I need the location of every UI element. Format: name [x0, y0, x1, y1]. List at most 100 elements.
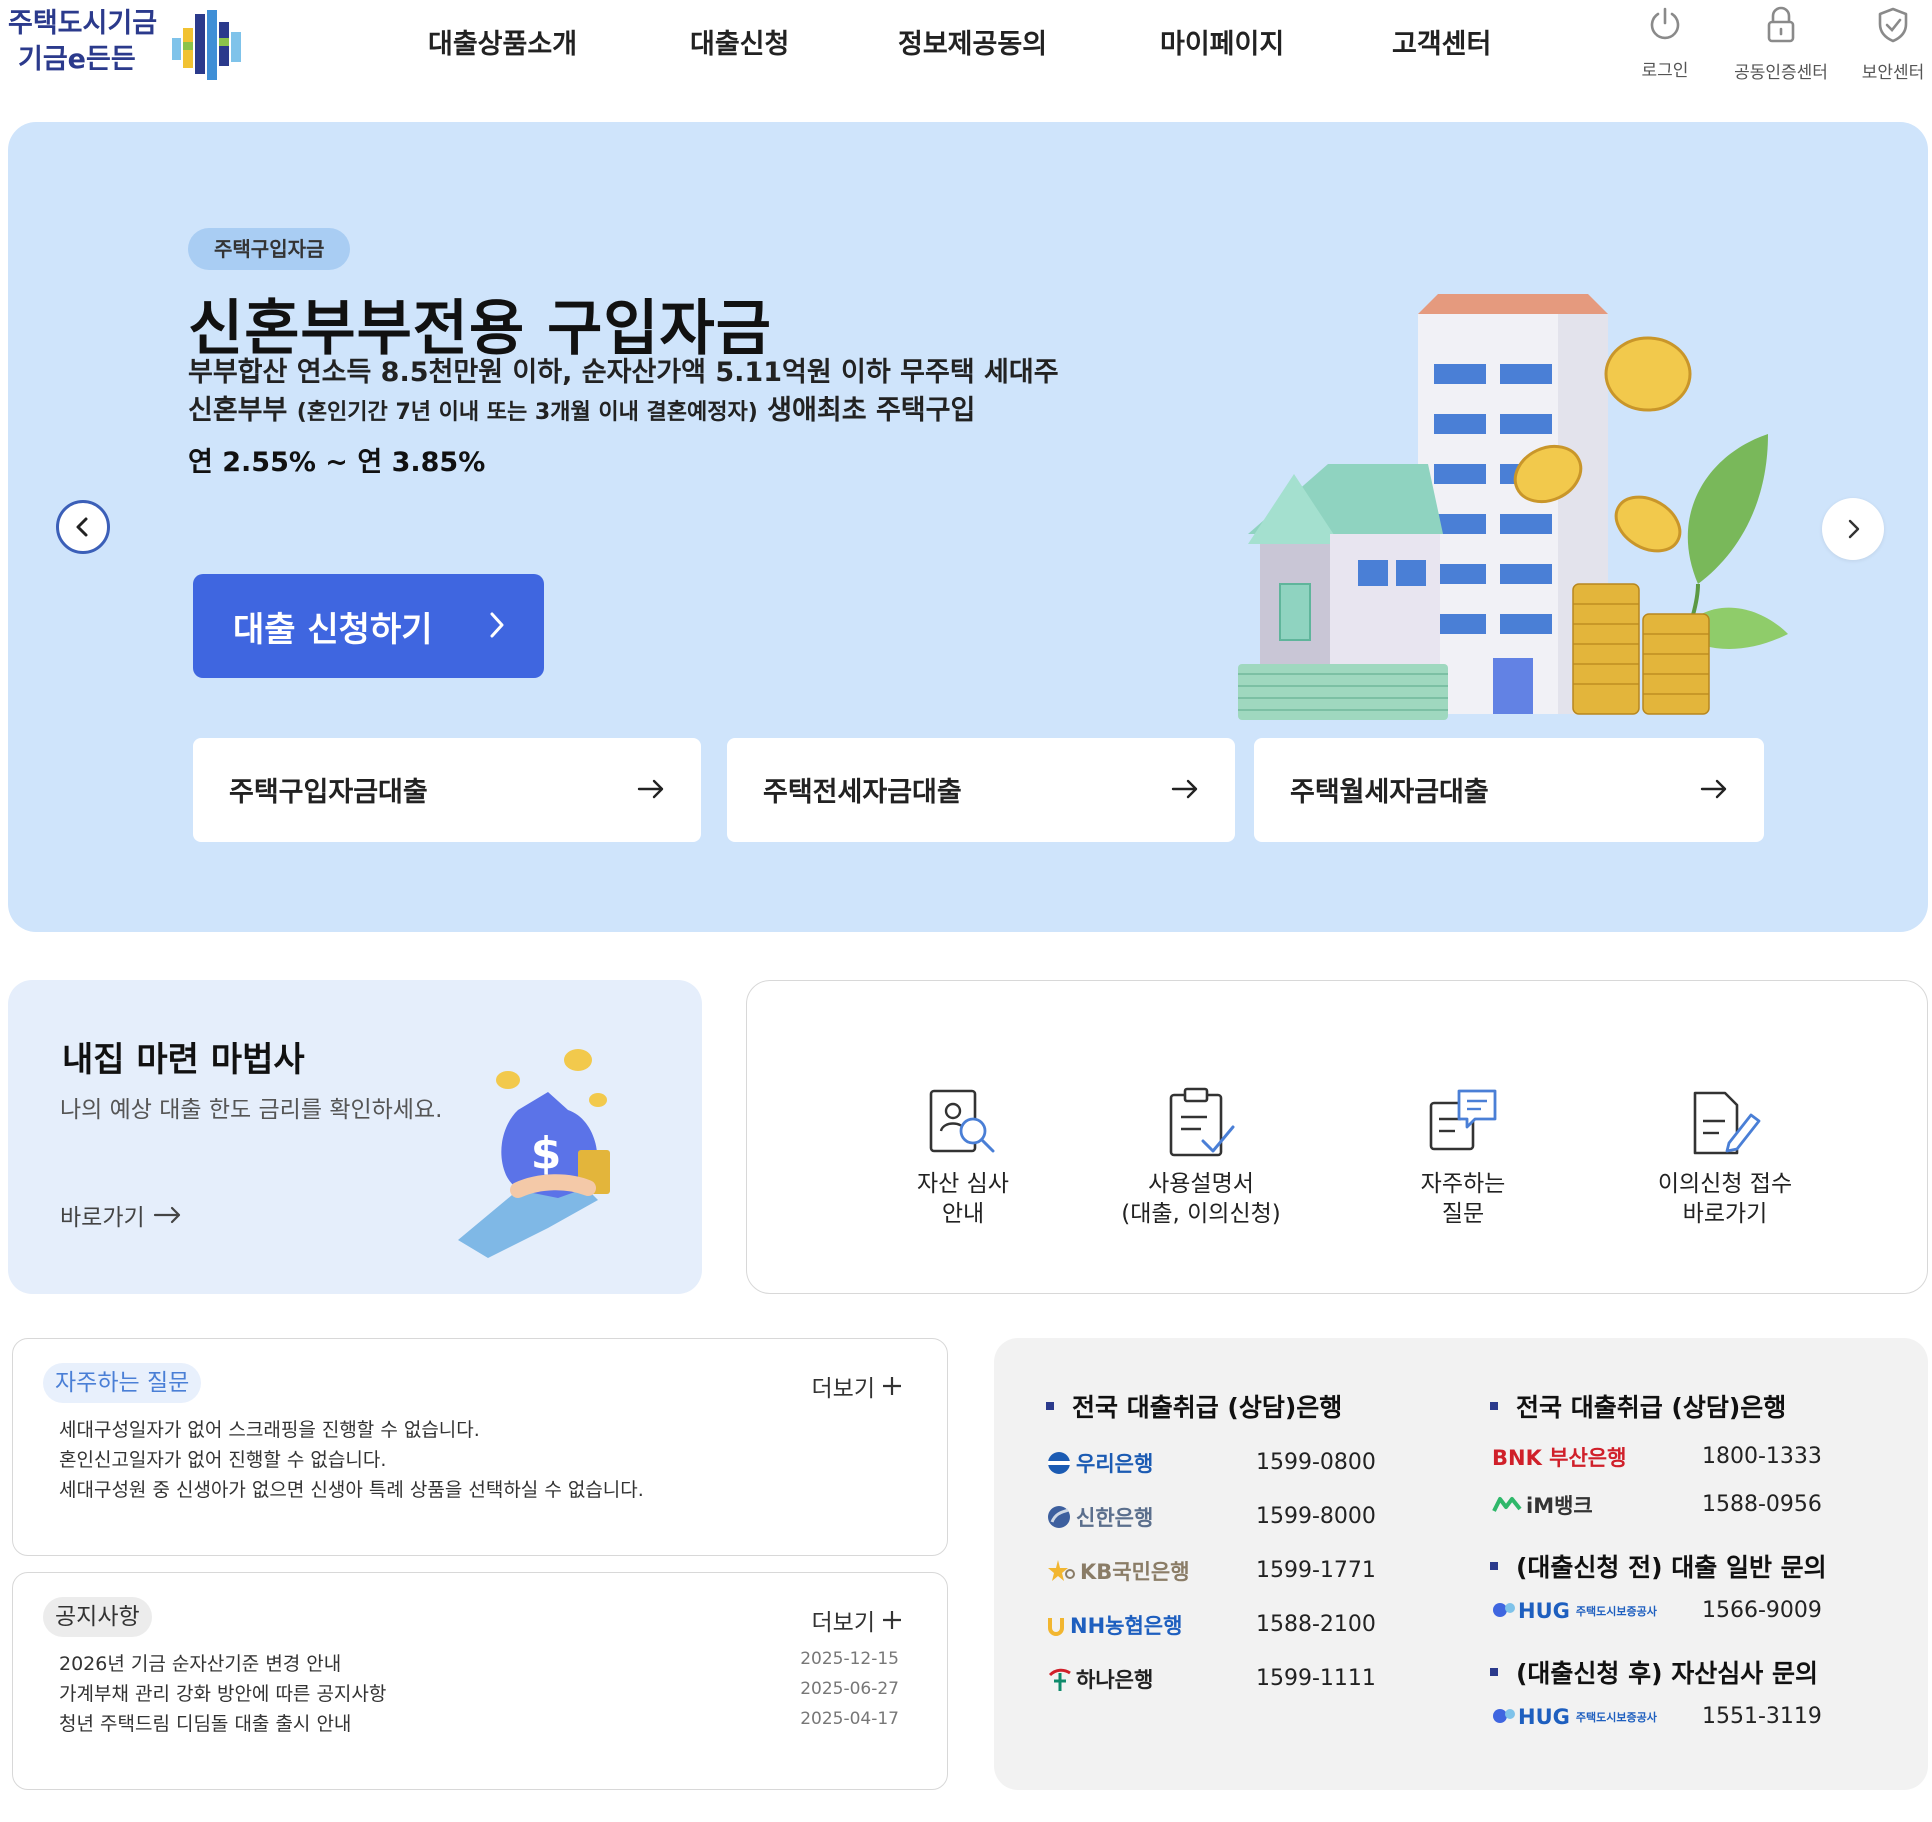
house-coins-illustration — [1238, 294, 1788, 720]
banks-left-title: 전국 대출취급 (상담)은행 — [1046, 1388, 1342, 1424]
logo-line2: 기금e든든 — [18, 44, 136, 75]
site-header: 주택도시기금 기금e든든 대출상품소개 대출신청 정보제공동의 마이페이지 고객… — [0, 0, 1932, 110]
quick-label-line1: 자산 심사 — [917, 1171, 1009, 1197]
objection-request-button[interactable]: 이의신청 접수 바로가기 — [1625, 1085, 1825, 1229]
chevron-right-icon — [1848, 519, 1860, 539]
hero-next-button[interactable] — [1822, 498, 1884, 560]
faq-item[interactable]: 혼인신고일자가 없어 진행할 수 없습니다. — [59, 1445, 899, 1475]
hug-swirl-icon — [1493, 1709, 1515, 1723]
nav-mypage[interactable]: 마이페이지 — [1160, 22, 1284, 61]
woori-icon — [1048, 1452, 1070, 1474]
notice-title: 2026년 기금 순자산기준 변경 안내 — [59, 1653, 342, 1675]
site-logo[interactable]: 주택도시기금 기금e든든 — [8, 6, 258, 82]
arrow-right-icon — [637, 779, 664, 799]
bank-name: 우리은행 — [1076, 1452, 1154, 1476]
faq-button[interactable]: 자주하는 질문 — [1363, 1085, 1563, 1229]
hug-name: HUG — [1518, 1705, 1570, 1729]
hero-desc-line2-c: 생애최초 주택구입 — [757, 395, 976, 426]
nav-info-consent[interactable]: 정보제공동의 — [898, 22, 1047, 61]
hero-desc-line2-b: (혼인기간 7년 이내 또는 3개월 이내 결혼예정자) — [296, 400, 758, 425]
chevron-left-icon — [76, 517, 88, 537]
bank-name: 신한은행 — [1076, 1506, 1154, 1530]
bank-phone: 1599-1111 — [1256, 1666, 1376, 1691]
banks-right-title: 전국 대출취급 (상담)은행 — [1490, 1388, 1786, 1424]
user-manual-button[interactable]: 사용설명서 (대출, 이의신청) — [1101, 1085, 1301, 1229]
nav-loan-products[interactable]: 대출상품소개 — [428, 22, 577, 61]
notice-item[interactable]: 2026년 기금 순자산기준 변경 안내 2025-12-15 — [59, 1649, 899, 1679]
bullet-square-icon — [1490, 1562, 1498, 1570]
power-icon — [1650, 7, 1680, 40]
bank-name: 하나은행 — [1076, 1668, 1154, 1692]
banks-left-title-text: 전국 대출취급 (상담)은행 — [1072, 1393, 1343, 1422]
notice-item[interactable]: 청년 주택드림 디딤돌 대출 출시 안내 2025-04-17 — [59, 1709, 899, 1739]
woori-logo: 우리은행 — [1046, 1446, 1153, 1480]
hero-prev-button[interactable] — [56, 500, 110, 554]
nav-customer-center[interactable]: 고객센터 — [1392, 22, 1491, 61]
bullet-square-icon — [1490, 1668, 1498, 1676]
faq-panel: 자주하는 질문 더보기 세대구성일자가 없어 스크래핑을 진행할 수 없습니다.… — [12, 1338, 948, 1556]
more-label: 더보기 — [811, 1376, 875, 1402]
kb-star-icon — [1048, 1560, 1075, 1581]
shinhan-icon — [1048, 1506, 1070, 1528]
svg-text:$: $ — [531, 1128, 562, 1179]
login-button[interactable]: 로그인 — [1610, 6, 1720, 81]
hug-subname: 주택도시보증공사 — [1575, 1605, 1657, 1618]
document-search-icon — [929, 1089, 995, 1153]
quick-label-line1: 자주하는 — [1420, 1171, 1506, 1197]
quick-label-line2: 바로가기 — [1682, 1201, 1768, 1227]
asset-inquiry-after-title-text: (대출신청 후) 자산심사 문의 — [1516, 1659, 1818, 1688]
notice-date: 2025-12-15 — [800, 1649, 899, 1669]
home-wizard-card[interactable]: 내집 마련 마법사 나의 예상 대출 한도 금리를 확인하세요. 바로가기 $ — [8, 980, 702, 1294]
document-edit-icon — [1693, 1091, 1761, 1155]
hug-name: HUG — [1518, 1599, 1570, 1623]
faq-item[interactable]: 세대구성원 중 신생아가 없으면 신생아 특례 상품을 선택하실 수 없습니다. — [59, 1475, 899, 1505]
faq-list: 세대구성일자가 없어 스크래핑을 진행할 수 없습니다. 혼인신고일자가 없어 … — [59, 1415, 899, 1505]
arrow-right-icon — [1171, 779, 1198, 799]
notice-list: 2026년 기금 순자산기준 변경 안내 2025-12-15 가계부채 관리 … — [59, 1649, 899, 1739]
bank-phone: 1588-0956 — [1702, 1492, 1822, 1517]
logo-line1: 주택도시기금 — [8, 8, 158, 39]
faq-item[interactable]: 세대구성일자가 없어 스크래핑을 진행할 수 없습니다. — [59, 1415, 899, 1445]
loan-card-purchase[interactable]: 주택구입자금대출 — [193, 738, 701, 842]
bank-name: KB국민은행 — [1080, 1560, 1190, 1584]
faq-more-button[interactable]: 더보기 — [812, 1369, 903, 1403]
cert-center-button[interactable]: 공동인증센터 — [1726, 6, 1836, 83]
security-center-button[interactable]: 보안센터 — [1838, 6, 1932, 83]
asset-review-guide-button[interactable]: 자산 심사 안내 — [863, 1085, 1063, 1229]
shield-icon — [1878, 7, 1908, 43]
plus-icon — [883, 1377, 901, 1395]
hug-swirl-icon — [1493, 1603, 1515, 1617]
hero-desc-line1: 부부합산 연소득 8.5천만원 이하, 순자산가액 5.11억원 이하 무주택 … — [188, 357, 1059, 388]
asset-inquiry-after-title: (대출신청 후) 자산심사 문의 — [1490, 1654, 1818, 1690]
im-logo: iM뱅크 — [1492, 1488, 1593, 1522]
nh-logo: NH농협은행 — [1046, 1608, 1182, 1642]
bank-contacts-panel: 전국 대출취급 (상담)은행 우리은행 1599-0800 신한은행 1599-… — [994, 1338, 1928, 1790]
bank-name: BNK 부산은행 — [1492, 1446, 1627, 1470]
shinhan-logo: 신한은행 — [1046, 1500, 1153, 1534]
login-label: 로그인 — [1641, 61, 1689, 81]
more-label: 더보기 — [811, 1610, 875, 1636]
bank-row-hana: 하나은행 1599-1111 — [1046, 1662, 1446, 1696]
bank-phone: 1599-8000 — [1256, 1504, 1376, 1529]
apply-loan-button[interactable]: 대출 신청하기 — [193, 574, 544, 678]
hero-description: 부부합산 연소득 8.5천만원 이하, 순자산가액 5.11억원 이하 무주택 … — [188, 354, 1059, 432]
bank-phone: 1599-1771 — [1256, 1558, 1376, 1583]
notice-tag: 공지사항 — [43, 1597, 152, 1637]
loan-card-monthly-rent[interactable]: 주택월세자금대출 — [1254, 738, 1764, 842]
wizard-shortcut-link[interactable]: 바로가기 — [60, 1198, 183, 1232]
hug-row-after: HUG 주택도시보증공사 1551-3119 — [1492, 1700, 1892, 1734]
hug-subname: 주택도시보증공사 — [1575, 1711, 1657, 1724]
im-icon — [1492, 1497, 1522, 1512]
wizard-link-label: 바로가기 — [60, 1205, 145, 1231]
notice-item[interactable]: 가계부채 관리 강화 방안에 따른 공지사항 2025-06-27 — [59, 1679, 899, 1709]
bnk-logo: BNK 부산은행 — [1492, 1440, 1626, 1474]
loan-card-jeonse[interactable]: 주택전세자금대출 — [727, 738, 1235, 842]
hana-logo: 하나은행 — [1046, 1662, 1153, 1696]
lock-icon — [1767, 6, 1795, 43]
notice-more-button[interactable]: 더보기 — [812, 1603, 903, 1637]
apply-loan-label: 대출 신청하기 — [233, 609, 433, 650]
bank-row-im: iM뱅크 1588-0956 — [1492, 1488, 1892, 1522]
security-center-label: 보안센터 — [1861, 63, 1925, 83]
nav-loan-apply[interactable]: 대출신청 — [690, 22, 789, 61]
bank-row-kb: KB국민은행 1599-1771 — [1046, 1554, 1446, 1588]
